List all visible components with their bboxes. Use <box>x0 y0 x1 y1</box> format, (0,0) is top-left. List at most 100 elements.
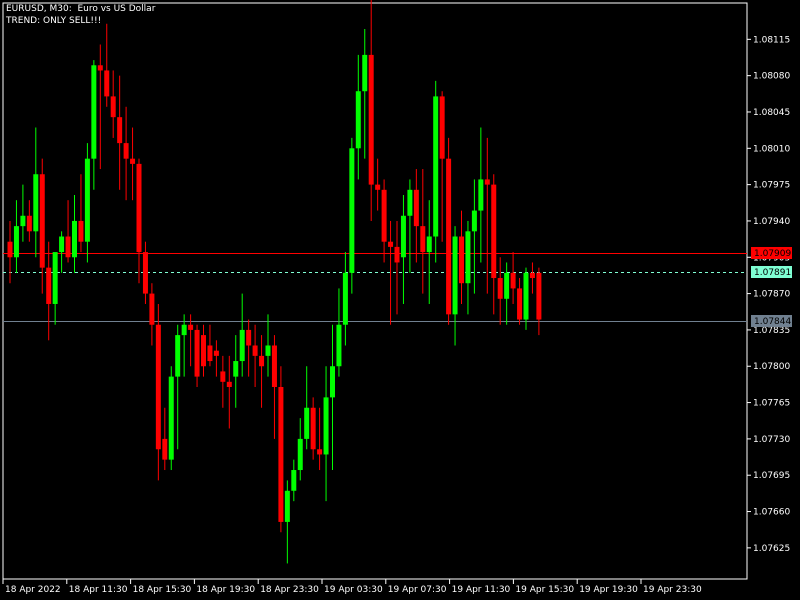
candle <box>426 200 432 304</box>
candle <box>478 127 484 263</box>
candle <box>310 397 316 460</box>
candle-body <box>278 387 284 522</box>
candle-body <box>452 236 458 315</box>
candle <box>104 23 110 107</box>
time-tick-label: 19 Apr 03:30 <box>324 585 383 595</box>
candle-body <box>175 335 181 377</box>
candle-body <box>252 345 258 356</box>
candle <box>465 220 471 315</box>
candle-body <box>239 329 245 362</box>
price-tick-label: 1.07835 <box>753 326 790 336</box>
candle-body <box>220 371 226 382</box>
candle-body <box>426 236 432 253</box>
price-tick-label: 1.07800 <box>753 362 790 372</box>
price-tick-label: 1.07765 <box>753 399 790 409</box>
candle <box>220 355 226 408</box>
candle-body <box>168 376 174 460</box>
candle-body <box>497 278 503 299</box>
candle-body <box>33 174 39 232</box>
candle <box>471 179 477 294</box>
time-axis: 18 Apr 2022 18 Apr 11:30 18 Apr 15:30 18 Ap… <box>2 579 702 595</box>
candle-body <box>439 96 445 159</box>
candle-body <box>162 438 168 460</box>
candle <box>420 169 426 294</box>
candle-body <box>478 179 484 211</box>
candle-body <box>310 407 316 450</box>
candle-body <box>188 324 194 330</box>
candle-body <box>226 381 232 387</box>
candle-body <box>271 345 277 387</box>
candle-body <box>459 236 464 284</box>
time-tick-label: 19 Apr 23:30 <box>643 585 702 595</box>
candle-body <box>291 470 297 491</box>
candle-body <box>523 272 529 320</box>
time-tick-label: 18 Apr 15:30 <box>133 585 192 595</box>
candle-body <box>72 220 77 258</box>
price-tick-label: 1.08080 <box>753 72 790 82</box>
candle-body <box>104 70 110 97</box>
candle-body <box>368 54 374 185</box>
candle-body <box>407 189 413 216</box>
candle <box>162 407 168 471</box>
time-tick-label: 19 Apr 19:30 <box>579 585 638 595</box>
candle-body <box>504 272 510 299</box>
candle-body <box>381 189 387 242</box>
candle-body <box>194 329 200 377</box>
candle <box>65 200 71 263</box>
candle-body <box>413 189 419 227</box>
candle-body <box>136 163 142 253</box>
candle-body <box>123 143 129 159</box>
candle <box>504 262 510 325</box>
candle-body <box>388 241 394 247</box>
candle <box>336 288 342 377</box>
candle <box>13 200 19 273</box>
candle-body <box>39 174 45 268</box>
price-line-label: 1.07844 <box>754 317 791 327</box>
candle-body <box>97 65 103 71</box>
candle <box>317 407 323 471</box>
candle-body <box>84 158 90 242</box>
candle <box>484 137 490 294</box>
candle <box>59 231 65 273</box>
chart-title: EURUSD, M30: Euro vs US Dollar <box>6 4 156 14</box>
candle <box>439 91 445 242</box>
candle <box>330 324 335 471</box>
candle-body <box>394 246 400 263</box>
candle-body <box>529 272 535 279</box>
candle <box>168 366 174 471</box>
time-tick-label: 18 Apr 23:30 <box>260 585 319 595</box>
candle-body <box>259 355 265 367</box>
candle <box>207 324 213 367</box>
candle <box>155 303 161 481</box>
candle-body <box>233 361 239 377</box>
candle <box>323 366 329 502</box>
price-axis: 1.08115 1.08080 1.08045 1.08010 1.07975 1.079… <box>747 35 790 554</box>
candle <box>233 335 239 408</box>
candle-body <box>130 158 136 164</box>
candle <box>142 241 148 304</box>
candle-body <box>330 366 335 398</box>
candle <box>213 340 219 377</box>
candle <box>46 241 52 341</box>
candle-body <box>349 148 355 273</box>
candle <box>523 267 529 330</box>
candle-body <box>465 231 471 284</box>
candle <box>136 158 142 284</box>
candlestick-chart: 1.08115 1.08080 1.08045 1.08010 1.07975 1.079… <box>2 0 792 595</box>
candle-body <box>362 54 368 92</box>
time-tick-label: 18 Apr 11:30 <box>69 585 128 595</box>
candle <box>7 220 13 284</box>
candle-body <box>20 215 26 227</box>
candle-body <box>400 215 406 258</box>
candle-body <box>142 252 148 294</box>
candle <box>117 75 123 190</box>
candle <box>201 324 206 377</box>
candles <box>7 0 542 564</box>
time-tick-label: 19 Apr 11:30 <box>452 585 511 595</box>
candle <box>407 179 413 273</box>
candle-body <box>201 335 206 367</box>
price-tick-label: 1.08045 <box>753 108 790 118</box>
price-line-label: 1.07891 <box>754 268 791 278</box>
candle <box>497 257 503 325</box>
candle <box>123 106 129 201</box>
